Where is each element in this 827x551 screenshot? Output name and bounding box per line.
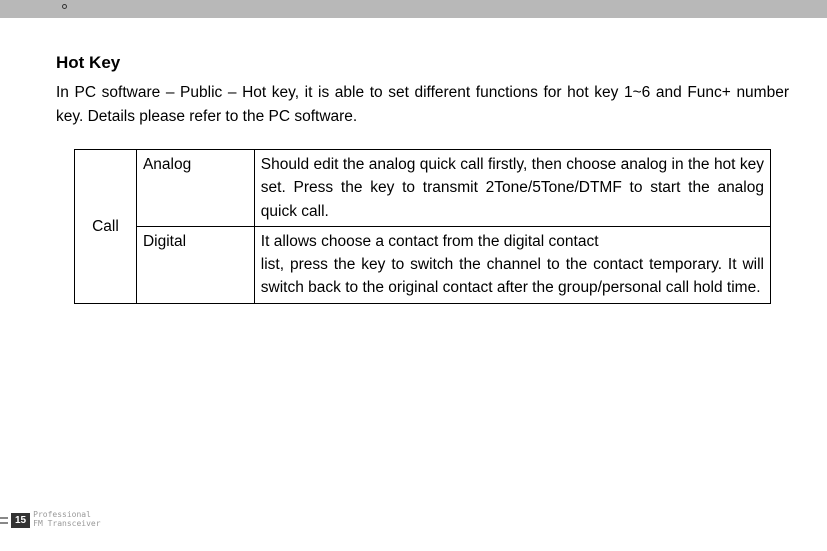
footer-line2: FM Transceiver [33, 520, 100, 529]
footer-lines-icon [0, 517, 8, 524]
call-category-cell: Call [75, 150, 137, 304]
page-footer: 15 Professional FM Transceiver [0, 511, 101, 529]
description-cell: It allows choose a contact from the digi… [254, 226, 770, 303]
table-row: Call Analog Should edit the analog quick… [75, 150, 771, 227]
description-cell: Should edit the analog quick call firstl… [254, 150, 770, 227]
page-number: 15 [11, 513, 30, 528]
desc-line2: list, press the key to switch the channe… [261, 256, 764, 296]
intro-paragraph: In PC software – Public – Hot key, it is… [56, 81, 789, 129]
header-dot-icon [62, 4, 67, 9]
hotkey-table: Call Analog Should edit the analog quick… [74, 149, 771, 304]
mode-cell: Analog [136, 150, 254, 227]
hotkey-table-wrapper: Call Analog Should edit the analog quick… [74, 149, 789, 304]
footer-brand-text: Professional FM Transceiver [33, 511, 100, 529]
mode-cell: Digital [136, 226, 254, 303]
desc-line1: It allows choose a contact from the digi… [261, 233, 599, 250]
header-bar [0, 0, 827, 18]
page-content: Hot Key In PC software – Public – Hot ke… [0, 18, 827, 304]
section-title: Hot Key [56, 53, 789, 73]
table-row: Digital It allows choose a contact from … [75, 226, 771, 303]
